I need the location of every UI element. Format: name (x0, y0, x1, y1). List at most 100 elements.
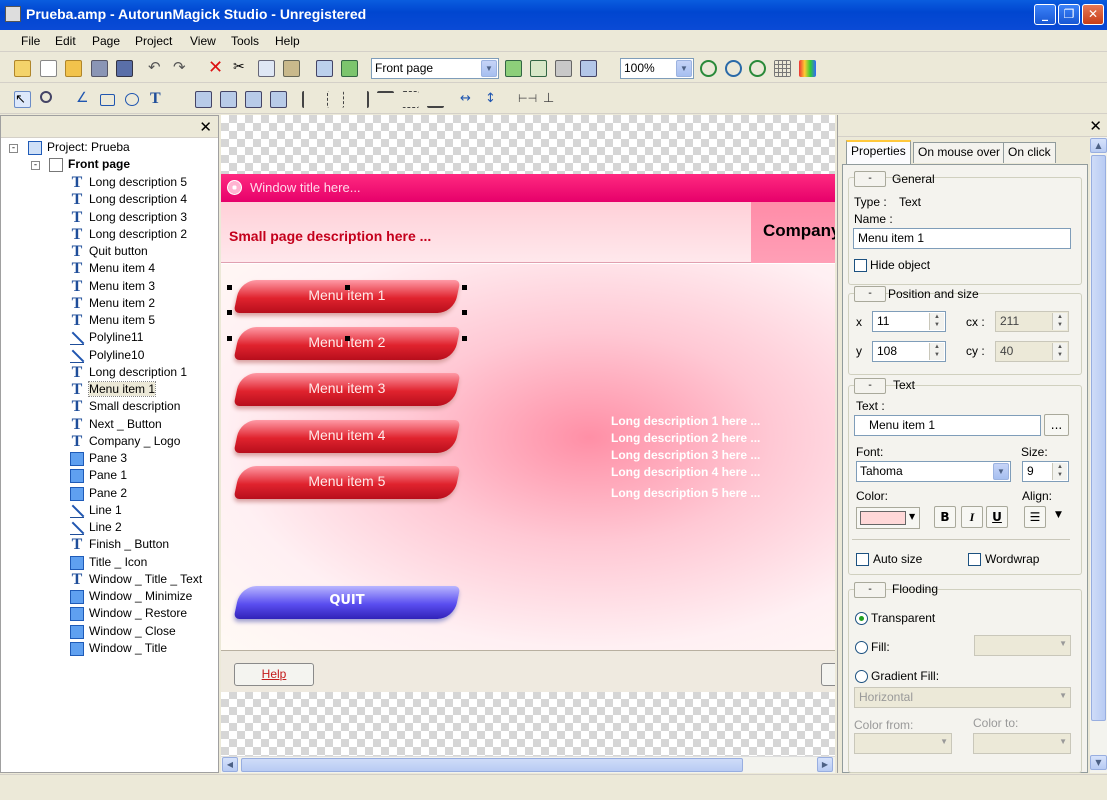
chevron-down-icon[interactable]: ▼ (1055, 510, 1062, 520)
text-input[interactable]: Menu item 1 (854, 415, 1041, 436)
pointer-tool-icon[interactable]: ↖ (14, 91, 31, 108)
selection-handle[interactable] (345, 285, 350, 290)
tab-on-mouse-over[interactable]: On mouse over (913, 142, 1006, 163)
selection-handle[interactable] (462, 285, 467, 290)
autosize-checkbox[interactable] (856, 553, 869, 566)
selection-handle[interactable] (345, 336, 350, 341)
cut-icon[interactable]: ✂ (233, 60, 250, 77)
selection-handle[interactable] (227, 310, 232, 315)
copy-icon[interactable] (258, 60, 275, 77)
size-input[interactable]: 9 ▲ ▼ (1022, 461, 1069, 482)
x-input[interactable]: 11 ▲ ▼ (872, 311, 946, 332)
zoom-out-icon[interactable] (725, 60, 742, 77)
bring-forward-icon[interactable] (245, 91, 262, 108)
tree-item[interactable]: Title _ Icon (70, 555, 147, 570)
ellipse-tool-icon[interactable] (125, 93, 139, 106)
tree-item[interactable]: T Finish _ Button (72, 537, 169, 553)
tree-item[interactable]: T Long description 5 (72, 175, 187, 191)
menu-tools[interactable]: Tools (231, 34, 259, 48)
send-backward-icon[interactable] (270, 91, 287, 108)
zoom-in-icon[interactable] (700, 60, 717, 77)
new-project-icon[interactable] (14, 60, 31, 77)
close-icon[interactable]: ✕ (1089, 117, 1102, 135)
tree-item[interactable]: T Quit button (72, 244, 148, 260)
scroll-right-icon[interactable]: ▶ (817, 757, 833, 772)
fill-color-select[interactable]: ▼ (974, 635, 1071, 656)
tree-page[interactable]: Front page (49, 157, 130, 172)
text-tool-icon[interactable]: T (150, 91, 167, 108)
same-width-icon[interactable]: ⊢⊣ (518, 91, 537, 108)
zoom-tool-icon[interactable] (40, 91, 52, 103)
cy-input[interactable]: 40 ▲ ▼ (995, 341, 1069, 362)
menu-project[interactable]: Project (135, 34, 172, 48)
zoom-fit-icon[interactable] (749, 60, 766, 77)
spinner-icon[interactable]: ▲ ▼ (1052, 343, 1067, 360)
tree-item[interactable]: Pane 2 (70, 486, 127, 501)
tree-item[interactable]: Line 1 (70, 503, 122, 518)
redo-icon[interactable]: ↷ (173, 60, 190, 77)
tab-on-click[interactable]: On click (1003, 142, 1056, 163)
delete-icon[interactable]: ✕ (208, 59, 225, 77)
collapse-text-button[interactable]: - (854, 378, 886, 394)
preview-title-bar[interactable]: Window title here... (221, 174, 835, 202)
wordwrap-checkbox[interactable] (968, 553, 981, 566)
tree-item[interactable]: Window _ Minimize (70, 589, 192, 604)
menu-page[interactable]: Page (92, 34, 120, 48)
align-left-icon[interactable] (302, 91, 319, 108)
transparent-radio[interactable] (855, 612, 868, 625)
tree-item[interactable]: Window _ Restore (70, 606, 187, 622)
rectangle-tool-icon[interactable] (100, 94, 115, 106)
tree-item[interactable]: T Menu item 2 (72, 295, 155, 311)
scroll-up-icon[interactable]: ▲ (1090, 138, 1107, 153)
tree-item[interactable]: Line 2 (70, 520, 122, 535)
menu-item-2-button[interactable]: Menu item 2 (233, 327, 461, 360)
tree-item[interactable]: T Menu item 1 (72, 381, 157, 398)
close-button[interactable]: ✕ (1082, 4, 1104, 25)
tree-item[interactable]: T Long description 4 (72, 192, 187, 208)
minimize-button[interactable]: _ (1034, 4, 1056, 25)
tree-root[interactable]: Project: Prueba (28, 140, 130, 155)
align-center-icon[interactable]: ☰ (1024, 506, 1046, 528)
menu-item-3-button[interactable]: Menu item 3 (233, 373, 461, 406)
same-height-icon[interactable]: ⊥ (543, 91, 560, 108)
y-input[interactable]: 108 ▲ ▼ (872, 341, 946, 362)
align-right-icon[interactable] (352, 91, 369, 108)
tree-item[interactable]: T Menu item 4 (72, 261, 155, 277)
tree-item[interactable]: T Window _ Title _ Text (72, 571, 203, 587)
company-logo[interactable]: Company (751, 202, 835, 263)
fill-radio[interactable] (855, 641, 868, 654)
palette-icon[interactable] (799, 60, 816, 77)
gradient-direction-select[interactable]: Horizontal ▼ (854, 687, 1071, 708)
tree-item[interactable]: T Long description 1 (72, 364, 187, 380)
italic-button[interactable]: I (961, 506, 983, 528)
vertical-scrollbar[interactable]: ▲ ▼ (1090, 137, 1107, 773)
quit-button[interactable]: QUIT (233, 586, 461, 619)
tree-item[interactable]: T Small description (72, 399, 181, 415)
text-browse-button[interactable]: ... (1044, 414, 1069, 436)
bold-button[interactable]: B (934, 506, 956, 528)
tree-item[interactable]: T Menu item 3 (72, 278, 155, 294)
page-preview-icon[interactable] (580, 60, 597, 77)
gradient-radio[interactable] (855, 670, 868, 683)
collapse-position-button[interactable]: - (854, 286, 886, 302)
menu-item-5-button[interactable]: Menu item 5 (233, 466, 461, 499)
long-description-5[interactable]: Long description 5 here ... (611, 486, 760, 500)
tree-item[interactable]: Pane 3 (70, 451, 127, 466)
bring-front-icon[interactable] (195, 91, 212, 108)
tree-item[interactable]: T Long description 2 (72, 226, 187, 242)
menu-item-4-button[interactable]: Menu item 4 (233, 420, 461, 453)
send-back-icon[interactable] (220, 91, 237, 108)
small-description[interactable]: Small page description here ... (229, 228, 431, 244)
long-description-1[interactable]: Long description 1 here ... (611, 414, 760, 428)
color-picker[interactable]: ▼ (856, 507, 920, 529)
menu-file[interactable]: File (21, 34, 40, 48)
spinner-icon[interactable]: ▲ ▼ (929, 343, 944, 360)
selection-handle[interactable] (227, 285, 232, 290)
page-properties-icon[interactable] (530, 60, 547, 77)
tree-item[interactable]: Polyline10 (70, 348, 144, 363)
menu-help[interactable]: Help (275, 34, 300, 48)
scroll-left-icon[interactable]: ◀ (222, 757, 238, 772)
preview-icon[interactable] (316, 60, 333, 77)
tree-item[interactable]: Window _ Title (70, 641, 167, 656)
help-button[interactable]: Help (234, 663, 314, 686)
